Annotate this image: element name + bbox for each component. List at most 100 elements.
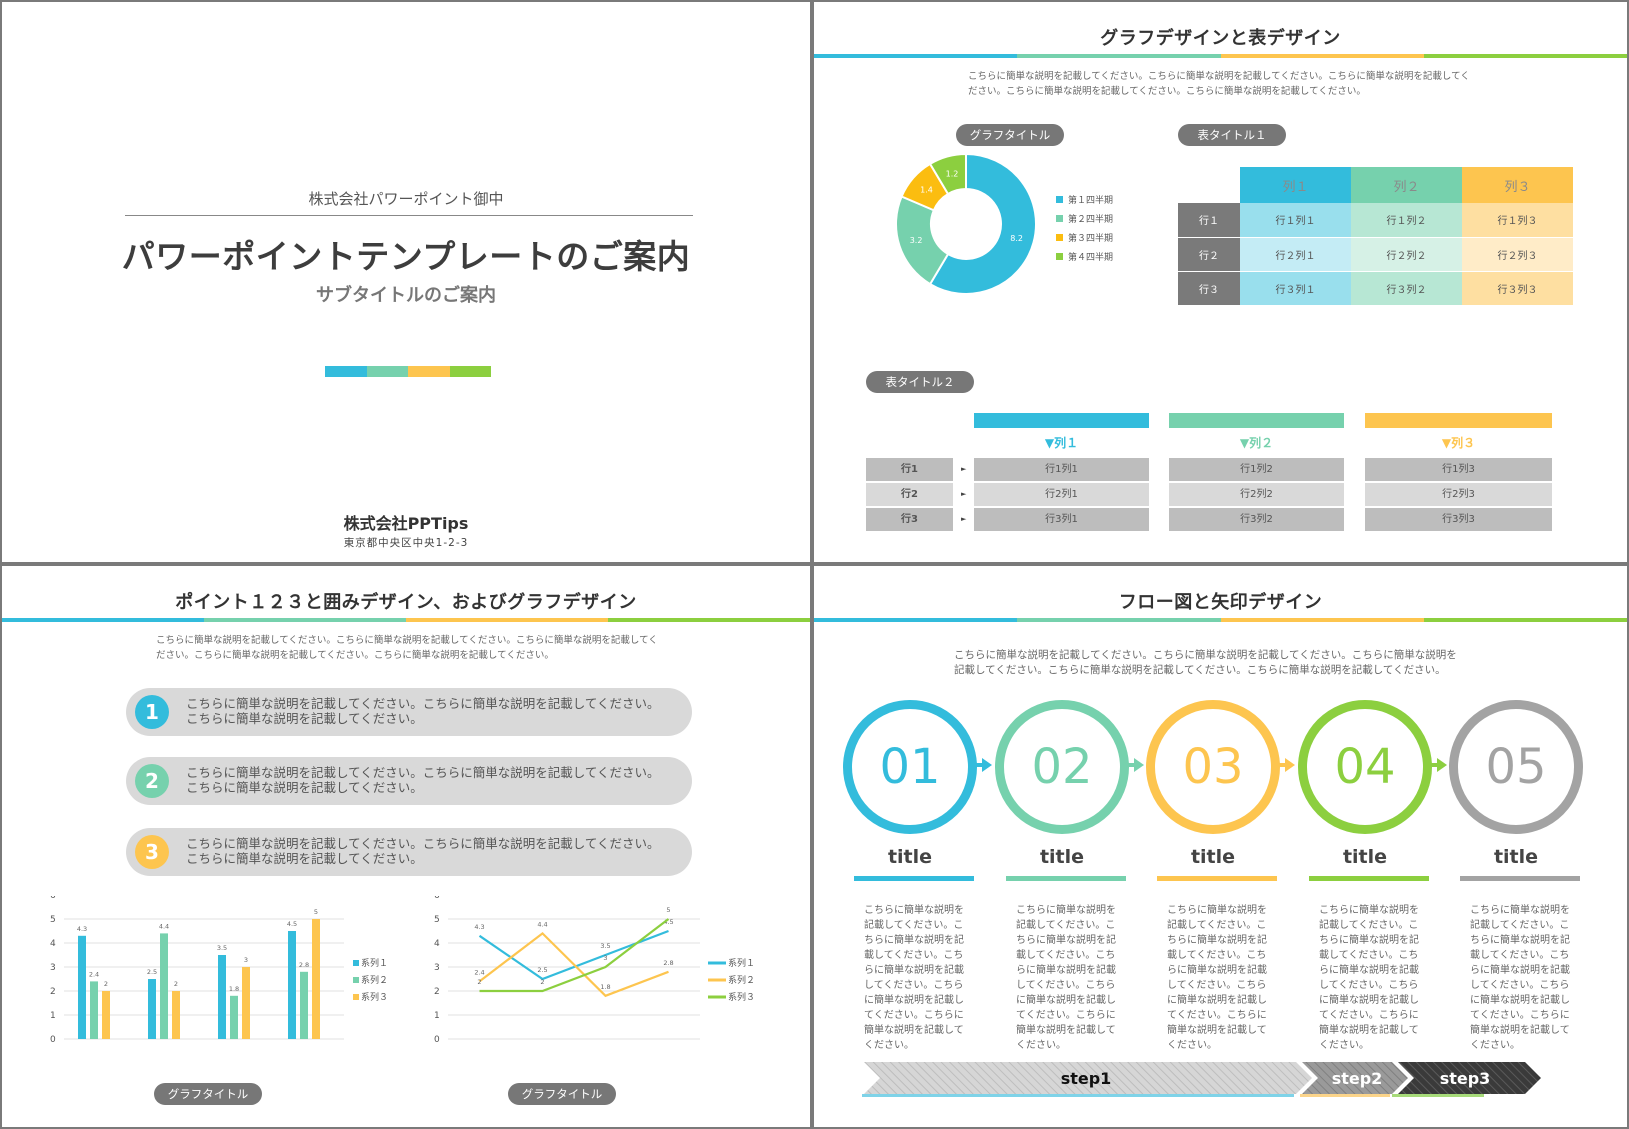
y-tick-label: 1 — [434, 1011, 440, 1021]
legend-label: 系列３ — [361, 991, 388, 1003]
step-arrows: step1 step2 step3 — [862, 1062, 1541, 1097]
color-strip-yellow — [408, 366, 450, 377]
step-description: こちらに簡単な説明を記載してください。こちらに簡単な説明を記載してください。こち… — [864, 905, 964, 1051]
table1-col-header: 列２ — [1351, 167, 1462, 203]
bar-data-label: 2 — [174, 980, 178, 988]
table1-title-pill: 表タイトル１ — [1178, 124, 1286, 146]
table2-row-header: 行3 — [866, 508, 953, 531]
step-circle-2: 02 — [995, 700, 1129, 834]
step-number: 03 — [1182, 739, 1244, 795]
slide-points-charts: ポイント１２３と囲みデザイン、およびグラフデザイン こちらに簡単な説明を記載して… — [2, 566, 810, 1127]
legend-swatch — [353, 960, 359, 966]
legend-label: 第２四半期 — [1068, 213, 1113, 225]
table1: 列１ 列２ 列３ 行１ 行１列１ 行１列２ 行１列３ 行２ 行２列１ 行２列２ … — [1178, 167, 1573, 305]
y-tick-label: 5 — [434, 915, 440, 925]
row-arrow-icon: ► — [961, 515, 967, 523]
step-circle-1: 01 — [843, 700, 977, 834]
line-data-label: 4.4 — [537, 920, 547, 928]
step-number: 04 — [1334, 739, 1396, 795]
legend-label: 第４四半期 — [1068, 251, 1113, 263]
table2-col-bar-yellow — [1365, 413, 1552, 428]
line-data-label: 2 — [540, 978, 544, 986]
color-strip-teal — [366, 366, 408, 377]
table2-col-bar-blue — [974, 413, 1149, 428]
donut-data-label: 3.2 — [910, 236, 923, 245]
slide-title: ポイント１２３と囲みデザイン、およびグラフデザイン — [175, 592, 637, 613]
table2-row-header: 行2 — [866, 483, 953, 506]
bar-data-label: 3 — [244, 956, 248, 964]
legend-label: 第１四半期 — [1068, 194, 1113, 206]
step-title-underline — [1460, 876, 1580, 881]
legend-swatch — [353, 994, 359, 1000]
flow-arrow-icon — [982, 758, 992, 772]
point-number-badge: 2 — [135, 764, 169, 798]
bar-chart: 0123456カテゴリ１カテゴリ２カテゴリ３カテゴリ４4.32.53.54.5系… — [50, 896, 388, 1045]
client-name: 株式会社パワーポイント御中 — [308, 190, 504, 208]
y-tick-label: 3 — [50, 963, 56, 973]
table1-row-header: 行１ — [1178, 203, 1240, 237]
slide-description: こちらに簡単な説明を記載してください。こちらに簡単な説明を記載してください。こち… — [968, 71, 1470, 97]
slide-title-page: 株式会社パワーポイント御中 パワーポイントテンプレートのご案内 サブタイトルのご… — [2, 2, 810, 562]
line-chart-title-pill: グラフタイトル — [508, 1083, 616, 1105]
table2-col-header: ▼列２ — [1239, 436, 1274, 450]
table-row: 行２ 行２列１ 行２列２ 行２列３ — [1178, 236, 1573, 271]
step1-underline — [862, 1094, 1294, 1097]
line-chart: 0123456カテゴリ１カテゴリ２カテゴリ３カテゴリ４4.32.53.54.5系… — [434, 896, 755, 1045]
bar-data-label: 2 — [104, 980, 108, 988]
bar — [148, 979, 156, 1039]
title-colorbar — [2, 618, 810, 622]
y-tick-label: 4 — [50, 939, 56, 949]
legend-label: 系列３ — [728, 991, 755, 1003]
legend-label: 系列２ — [361, 974, 388, 986]
step-description: こちらに簡単な説明を記載してください。こちらに簡単な説明を記載してください。こち… — [1167, 905, 1267, 1051]
table1-cell: 行２列２ — [1351, 236, 1462, 271]
bar-data-label: 4.4 — [159, 922, 169, 930]
slide-title: フロー図と矢印デザイン — [1118, 592, 1323, 613]
line-data-label: 3.5 — [600, 942, 610, 950]
donut-data-label: 1.2 — [946, 169, 959, 178]
legend-label: 第３四半期 — [1068, 232, 1113, 244]
y-tick-label: 5 — [50, 915, 56, 925]
bar — [160, 933, 168, 1039]
table1-row-header: 行３ — [1178, 270, 1240, 305]
bar-data-label: 3.5 — [217, 944, 227, 952]
step-title: title — [1342, 846, 1388, 868]
table1-cell: 行２列１ — [1240, 236, 1351, 271]
table2-cell: 行3列3 — [1365, 508, 1552, 531]
step-circle-5: 05 — [1449, 700, 1583, 834]
bar — [288, 931, 296, 1039]
legend-label: 系列２ — [728, 974, 755, 986]
table2-row-header: 行1 — [866, 458, 953, 481]
step-number: 05 — [1485, 739, 1547, 795]
legend-swatch — [1056, 253, 1063, 260]
step1-label: step1 — [1061, 1069, 1112, 1088]
table2-cell: 行1列1 — [974, 458, 1149, 481]
step2-underline — [1300, 1094, 1390, 1097]
step-title: title — [1039, 846, 1085, 868]
point-text: こちらに簡単な説明を記載してください。こちらに簡単な説明を記載してください。 こち… — [186, 696, 660, 726]
y-tick-label: 1 — [50, 1011, 56, 1021]
point-text: こちらに簡単な説明を記載してください。こちらに簡単な説明を記載してください。 こち… — [186, 836, 660, 866]
bar — [90, 981, 98, 1039]
table1-row-header: 行２ — [1178, 236, 1240, 271]
bar-data-label: 2.5 — [147, 968, 157, 976]
bar-data-label: 4.5 — [287, 920, 297, 928]
slide-description: こちらに簡単な説明を記載してください。こちらに簡単な説明を記載してください。こち… — [156, 635, 658, 661]
table2-cell: 行2列3 — [1365, 483, 1552, 506]
step-title-underline — [1157, 876, 1277, 881]
subtitle: サブタイトルのご案内 — [316, 285, 496, 306]
company-name: 株式会社PPTips — [343, 514, 469, 533]
bar — [242, 967, 250, 1039]
bar-data-label: 5 — [314, 908, 318, 916]
step-description: こちらに簡単な説明を記載してください。こちらに簡単な説明を記載してください。こち… — [1470, 905, 1570, 1051]
step3-label: step3 — [1440, 1069, 1491, 1088]
line-data-label: 2.4 — [474, 968, 484, 976]
color-strip — [325, 366, 491, 377]
table2-cell: 行1列2 — [1169, 458, 1344, 481]
step2-label: step2 — [1332, 1069, 1383, 1088]
row-arrow-icon: ► — [961, 490, 967, 498]
table1-cell: 行１列１ — [1240, 203, 1351, 237]
bar — [300, 971, 308, 1039]
step-circle-3: 03 — [1146, 700, 1280, 834]
title-colorbar — [814, 54, 1627, 58]
